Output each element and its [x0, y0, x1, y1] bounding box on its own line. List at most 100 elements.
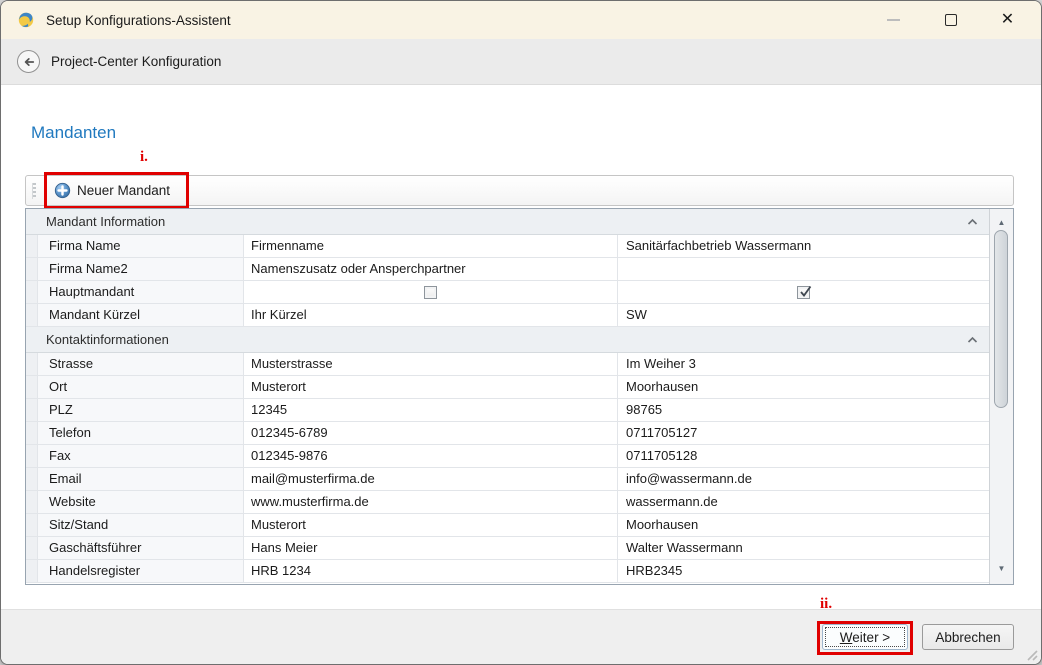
row-value-right[interactable]: Moorhausen [618, 376, 989, 398]
row-value-right[interactable]: Walter Wassermann [618, 537, 989, 559]
close-icon: ✕ [1001, 12, 1014, 28]
footer-bar: Weiter > Abbrechen [1, 609, 1041, 664]
annotation-step1: i. [140, 149, 148, 166]
app-logo-icon [17, 11, 35, 29]
row-value-right[interactable]: 0711705128 [618, 445, 989, 467]
grid-row[interactable]: StrasseMusterstrasseIm Weiher 3 [26, 353, 989, 376]
new-mandant-label: Neuer Mandant [77, 183, 170, 198]
row-indicator [26, 353, 38, 375]
vertical-scrollbar[interactable]: ▲ ▼ [989, 209, 1013, 584]
grid-row[interactable]: OrtMusterortMoorhausen [26, 376, 989, 399]
row-value-left[interactable]: Ihr Kürzel [244, 304, 618, 326]
row-value-left[interactable]: Namenszusatz oder Ansperchpartner [244, 258, 618, 280]
row-label: Firma Name [38, 235, 244, 257]
grid-row[interactable]: Fax012345-98760711705128 [26, 445, 989, 468]
row-indicator [26, 235, 38, 257]
row-value-left[interactable]: Firmenname [244, 235, 618, 257]
row-value-right[interactable]: Im Weiher 3 [618, 353, 989, 375]
row-value-left[interactable]: Musterort [244, 376, 618, 398]
resize-grip-icon[interactable] [1025, 648, 1038, 661]
checkbox-unchecked[interactable] [424, 286, 437, 299]
cancel-button[interactable]: Abbrechen [922, 624, 1014, 650]
grid-row[interactable]: GaschäftsführerHans MeierWalter Wasserma… [26, 537, 989, 560]
grid-row[interactable]: Telefon012345-67890711705127 [26, 422, 989, 445]
row-label: Email [38, 468, 244, 490]
grid-row[interactable]: Sitz/StandMusterortMoorhausen [26, 514, 989, 537]
row-value-right[interactable] [618, 258, 989, 280]
close-button[interactable]: ✕ [979, 1, 1036, 39]
window-controls: ✕ [865, 1, 1036, 39]
row-value-left[interactable]: mail@musterfirma.de [244, 468, 618, 490]
scroll-up-button[interactable]: ▲ [990, 212, 1013, 230]
row-label: Ort [38, 376, 244, 398]
row-value-right[interactable]: Sanitärfachbetrieb Wassermann [618, 235, 989, 257]
triangle-up-icon: ▲ [998, 218, 1006, 227]
row-value-right[interactable]: info@wassermann.de [618, 468, 989, 490]
row-indicator [26, 491, 38, 513]
row-value-right[interactable]: 0711705127 [618, 422, 989, 444]
row-label: Strasse [38, 353, 244, 375]
row-value-left[interactable] [244, 281, 618, 303]
row-label: Sitz/Stand [38, 514, 244, 536]
group-header[interactable]: Kontaktinformationen [26, 327, 989, 353]
scroll-down-button[interactable]: ▼ [990, 558, 1013, 576]
row-label: Hauptmandant [38, 281, 244, 303]
checkbox-cell [244, 281, 617, 303]
next-button[interactable]: Weiter > [822, 624, 908, 650]
row-value-left[interactable]: www.musterfirma.de [244, 491, 618, 513]
row-indicator [26, 422, 38, 444]
row-value-left[interactable]: Hans Meier [244, 537, 618, 559]
grid-row[interactable]: Emailmail@musterfirma.deinfo@wassermann.… [26, 468, 989, 491]
row-value-left[interactable]: Musterort [244, 514, 618, 536]
row-value-right[interactable]: wassermann.de [618, 491, 989, 513]
chevron-up-icon[interactable] [967, 218, 978, 226]
row-value-right[interactable]: HRB2345 [618, 560, 989, 582]
row-indicator [26, 560, 38, 582]
grid-row[interactable]: Mandant KürzelIhr KürzelSW [26, 304, 989, 327]
row-label: Gaschäftsführer [38, 537, 244, 559]
plus-circle-icon [54, 182, 71, 199]
grid-row[interactable]: HandelsregisterHRB 1234HRB2345 [26, 560, 989, 583]
chevron-up-icon[interactable] [967, 336, 978, 344]
row-value-left[interactable]: 012345-9876 [244, 445, 618, 467]
mandant-toolbar: Neuer Mandant [25, 175, 1014, 206]
wizard-page-title: Project-Center Konfiguration [51, 54, 221, 69]
grid-row[interactable]: Firma NameFirmennameSanitärfachbetrieb W… [26, 235, 989, 258]
row-label: PLZ [38, 399, 244, 421]
row-label: Fax [38, 445, 244, 467]
row-indicator [26, 399, 38, 421]
group-title: Mandant Information [46, 214, 967, 229]
checkbox-checked[interactable] [797, 286, 810, 299]
row-value-left[interactable]: Musterstrasse [244, 353, 618, 375]
row-value-right[interactable]: 98765 [618, 399, 989, 421]
maximize-icon [945, 14, 957, 26]
row-indicator [26, 304, 38, 326]
row-value-left[interactable]: HRB 1234 [244, 560, 618, 582]
row-value-left[interactable]: 12345 [244, 399, 618, 421]
window-title: Setup Konfigurations-Assistent [46, 13, 231, 28]
titlebar: Setup Konfigurations-Assistent ✕ [1, 1, 1041, 39]
group-header[interactable]: Mandant Information [26, 209, 989, 235]
row-indicator [26, 537, 38, 559]
grid-row[interactable]: Hauptmandant [26, 281, 989, 304]
row-value-left[interactable]: 012345-6789 [244, 422, 618, 444]
row-indicator [26, 468, 38, 490]
row-value-right[interactable] [618, 281, 989, 303]
toolbar-grip-icon[interactable] [32, 183, 36, 199]
grid-row[interactable]: Firma Name2Namenszusatz oder Ansperchpar… [26, 258, 989, 281]
maximize-button[interactable] [922, 1, 979, 39]
grid-row[interactable]: PLZ1234598765 [26, 399, 989, 422]
row-value-right[interactable]: SW [618, 304, 989, 326]
row-value-right[interactable]: Moorhausen [618, 514, 989, 536]
row-label: Website [38, 491, 244, 513]
row-indicator [26, 514, 38, 536]
grid-row[interactable]: Websitewww.musterfirma.dewassermann.de [26, 491, 989, 514]
minimize-icon [887, 19, 900, 21]
row-indicator [26, 445, 38, 467]
back-button[interactable] [17, 50, 40, 73]
checkmark-icon [798, 284, 813, 299]
new-mandant-button[interactable]: Neuer Mandant [50, 179, 178, 202]
minimize-button[interactable] [865, 1, 922, 39]
group-title: Kontaktinformationen [46, 332, 967, 347]
scrollbar-thumb[interactable] [994, 230, 1008, 408]
